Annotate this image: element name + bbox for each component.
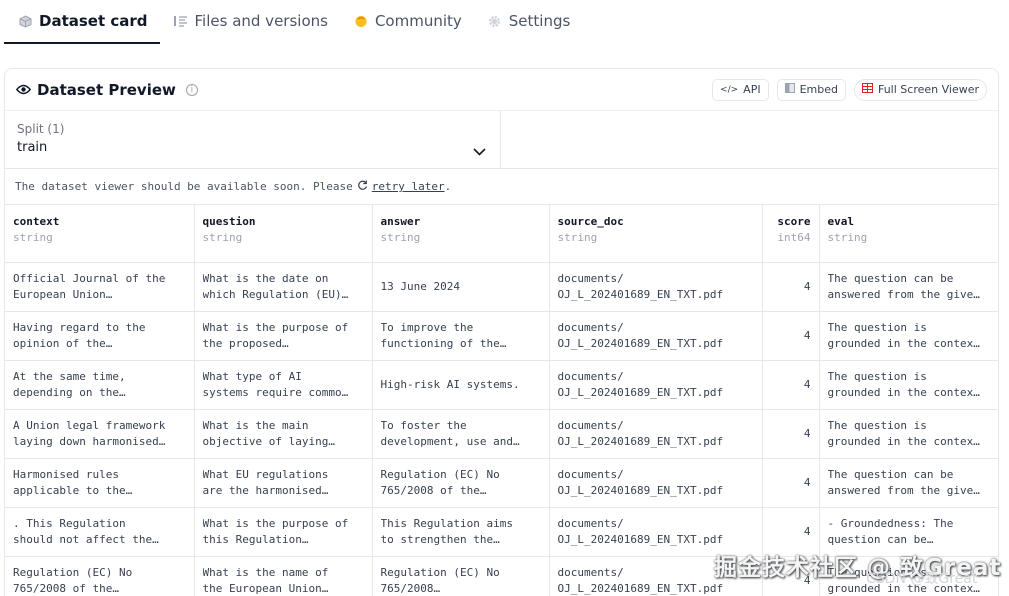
table-row[interactable]: Official Journal of the European Union… W…	[5, 262, 998, 312]
tab-bar: Dataset card Files and versions Communit…	[0, 0, 1009, 44]
table-cell-answer[interactable]: This Regulation aims to strengthen the…	[372, 507, 550, 557]
table-cell-source-doc[interactable]: documents/ OJ_L_202401689_EN_TXT.pdf	[549, 556, 763, 596]
table-cell-eval[interactable]: The question can be answered from the gi…	[819, 262, 998, 312]
table-cell-score[interactable]: 4	[762, 458, 820, 508]
column-header-context[interactable]: context string	[5, 205, 195, 263]
table-cell-source-doc[interactable]: documents/ OJ_L_202401689_EN_TXT.pdf	[549, 262, 763, 312]
table-cell-source-doc[interactable]: documents/ OJ_L_202401689_EN_TXT.pdf	[549, 458, 763, 508]
tab-label: Files and versions	[194, 12, 328, 30]
info-icon[interactable]: i	[185, 83, 198, 96]
split-value: train	[17, 140, 48, 155]
data-table: context string question string answer strin…	[5, 205, 998, 596]
tab-label: Community	[374, 12, 462, 30]
embed-button[interactable]: Embed	[776, 78, 846, 101]
table-cell-score[interactable]: 4	[762, 262, 820, 312]
table-cell-answer[interactable]: To improve the functioning of the…	[372, 311, 550, 361]
table-cell-context[interactable]: . This Regulation should not affect the…	[5, 507, 195, 557]
code-icon: </>	[720, 84, 739, 95]
table-row[interactable]: Having regard to the opinion of the… What…	[5, 311, 998, 361]
table-row[interactable]: At the same time, depending on the… What …	[5, 360, 998, 410]
table-cell-question[interactable]: What EU regulations are the harmonised…	[194, 458, 373, 508]
table-cell-eval[interactable]: The question is grounded in the contex…	[819, 409, 998, 459]
chevron-down-icon	[473, 141, 486, 160]
api-button-label: API	[743, 83, 761, 96]
table-cell-eval[interactable]: The question can be answered from the gi…	[819, 458, 998, 508]
split-label: Split (1)	[17, 122, 65, 136]
column-header-answer[interactable]: answer string	[372, 205, 550, 263]
column-header-source-doc[interactable]: source_doc string	[549, 205, 763, 263]
table-cell-source-doc[interactable]: documents/ OJ_L_202401689_EN_TXT.pdf	[549, 409, 763, 459]
table-cell-question[interactable]: What is the purpose of this Regulation…	[194, 507, 373, 557]
preview-header: Dataset Preview i </> API Embed Full Scr…	[5, 69, 998, 111]
table-cell-question[interactable]: What is the date on which Regulation (EU…	[194, 262, 373, 312]
table-cell-question[interactable]: What is the name of the European Union…	[194, 556, 373, 596]
dataset-preview-card: Dataset Preview i </> API Embed Full Scr…	[4, 68, 999, 596]
table-row[interactable]: A Union legal framework laying down harm…	[5, 409, 998, 459]
cube-icon	[18, 14, 32, 28]
table-icon	[861, 83, 873, 96]
table-row[interactable]: . This Regulation should not affect the……	[5, 507, 998, 557]
table-cell-context[interactable]: A Union legal framework laying down harm…	[5, 409, 195, 459]
tab-files-and-versions[interactable]: Files and versions	[160, 0, 340, 44]
table-cell-answer[interactable]: High-risk AI systems.	[372, 360, 550, 410]
notice-text: The dataset viewer should be available s…	[15, 180, 353, 193]
tab-label: Settings	[508, 12, 571, 30]
refresh-icon	[357, 180, 368, 194]
table-cell-answer[interactable]: Regulation (EC) No 765/2008…	[372, 556, 550, 596]
table-cell-score[interactable]: 4	[762, 409, 820, 459]
eye-icon	[15, 81, 32, 99]
gear-icon	[488, 14, 502, 28]
embed-icon	[784, 83, 795, 96]
column-header-score[interactable]: score int64	[762, 205, 820, 263]
table-cell-context[interactable]: Regulation (EC) No 765/2008 of the…	[5, 556, 195, 596]
table-cell-source-doc[interactable]: documents/ OJ_L_202401689_EN_TXT.pdf	[549, 311, 763, 361]
table-cell-context[interactable]: Having regard to the opinion of the…	[5, 311, 195, 361]
tab-settings[interactable]: Settings	[474, 0, 583, 44]
preview-title: Dataset Preview i	[15, 80, 198, 99]
tab-label: Dataset card	[39, 12, 148, 30]
table-cell-source-doc[interactable]: documents/ OJ_L_202401689_EN_TXT.pdf	[549, 507, 763, 557]
tab-community[interactable]: Community	[340, 0, 474, 44]
table-cell-question[interactable]: What type of AI systems require commo…	[194, 360, 373, 410]
files-icon	[173, 14, 188, 28]
table-cell-score[interactable]: 4	[762, 311, 820, 361]
table-cell-answer[interactable]: 13 June 2024	[372, 262, 550, 312]
preview-title-text: Dataset Preview	[37, 80, 176, 99]
table-cell-eval[interactable]: The question is grounded in the contex…	[819, 311, 998, 361]
table-cell-eval[interactable]: The question is grounded in the contex…	[819, 360, 998, 410]
table-cell-context[interactable]: Harmonised rules applicable to the…	[5, 458, 195, 508]
table-cell-score[interactable]: 4	[762, 360, 820, 410]
table-cell-score[interactable]: 4	[762, 507, 820, 557]
table-cell-context[interactable]: Official Journal of the European Union…	[5, 262, 195, 312]
retry-later-link[interactable]: retry later	[372, 180, 445, 193]
tab-dataset-card[interactable]: Dataset card	[4, 0, 160, 44]
api-button[interactable]: </> API	[712, 78, 769, 101]
table-cell-context[interactable]: At the same time, depending on the…	[5, 360, 195, 410]
full-screen-viewer-label: Full Screen Viewer	[877, 83, 979, 96]
split-row: Split (1) train	[5, 111, 998, 169]
notice-end: .	[444, 180, 452, 193]
community-icon	[354, 14, 368, 28]
viewer-notice: The dataset viewer should be available s…	[5, 169, 998, 205]
table-cell-question[interactable]: What is the purpose of the proposed…	[194, 311, 373, 361]
split-select[interactable]: Split (1) train	[5, 111, 501, 169]
table-row[interactable]: Harmonised rules applicable to the… What …	[5, 458, 998, 508]
table-cell-source-doc[interactable]: documents/ OJ_L_202401689_EN_TXT.pdf	[549, 360, 763, 410]
table-cell-eval[interactable]: - Groundedness: The question can be…	[819, 507, 998, 557]
table-cell-question[interactable]: What is the main objective of laying…	[194, 409, 373, 459]
table-row[interactable]: Regulation (EC) No 765/2008 of the… What …	[5, 556, 998, 596]
table-cell-score[interactable]: 4	[762, 556, 820, 596]
column-header-question[interactable]: question string	[194, 205, 373, 263]
embed-button-label: Embed	[799, 83, 838, 96]
full-screen-viewer-button[interactable]: Full Screen Viewer	[853, 78, 987, 101]
table-cell-answer[interactable]: Regulation (EC) No 765/2008 of the…	[372, 458, 550, 508]
table-cell-eval[interactable]: The question is grounded in the contex…	[819, 556, 998, 596]
column-header-eval[interactable]: eval string	[819, 205, 998, 263]
table-body: Official Journal of the European Union… W…	[5, 262, 998, 596]
table-header-row: context string question string answer strin…	[5, 205, 998, 263]
table-cell-answer[interactable]: To foster the development, use and…	[372, 409, 550, 459]
preview-actions: </> API Embed Full Screen Viewer	[712, 78, 987, 101]
